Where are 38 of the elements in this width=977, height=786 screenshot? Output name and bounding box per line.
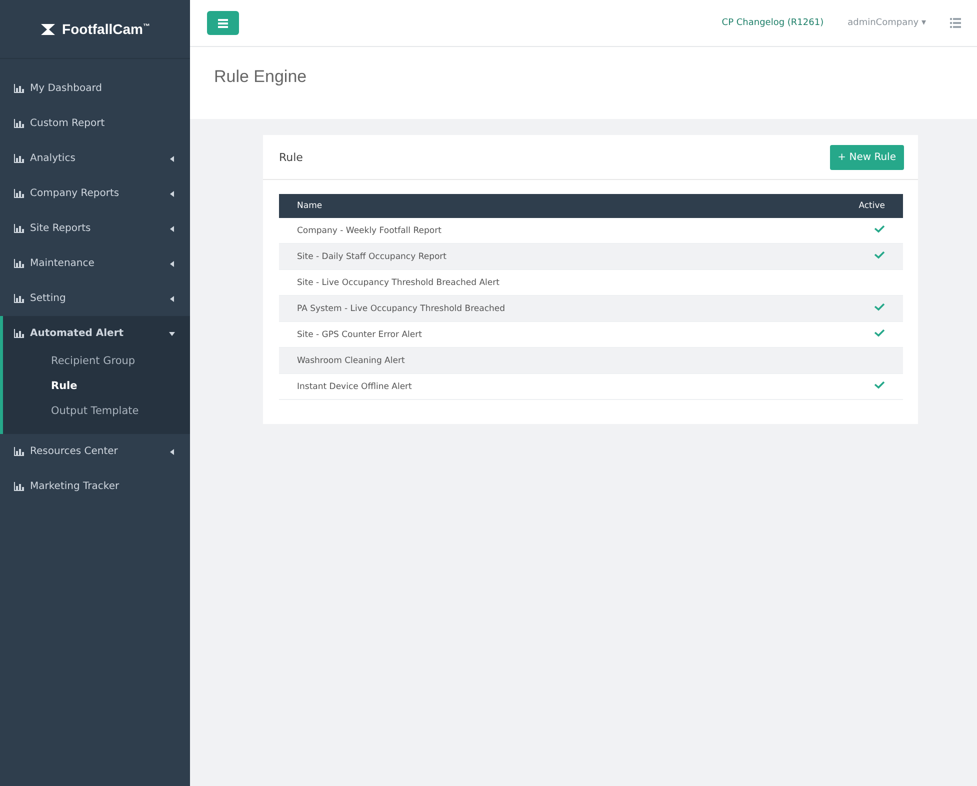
nav-item[interactable]: Analytics — [0, 141, 190, 176]
menu-icon — [218, 18, 228, 28]
bar-chart-icon — [14, 329, 24, 338]
bar-chart-icon — [14, 294, 24, 303]
changelog-link[interactable]: CP Changelog (R1261) — [722, 18, 824, 28]
table-cell: Washroom Cleaning Alert — [279, 348, 827, 374]
nav-item[interactable]: Resources Center — [0, 434, 190, 469]
table-cell: Site - Daily Staff Occupancy Report — [279, 244, 827, 270]
nav-item[interactable]: Site Reports — [0, 211, 190, 246]
nav-item[interactable]: Marketing Tracker — [0, 469, 190, 504]
nav-item[interactable]: Maintenance — [0, 246, 190, 281]
bar-chart-icon — [14, 482, 24, 491]
nav-item[interactable]: My Dashboard — [0, 71, 190, 106]
bar-chart-icon — [14, 447, 24, 456]
logo-icon — [40, 22, 56, 36]
trademark: ™ — [142, 23, 150, 30]
submenu-item[interactable]: Rule — [3, 376, 190, 401]
bar-chart-icon — [14, 119, 24, 128]
table-cell: Instant Device Offline Alert — [279, 374, 827, 400]
column-header: Active — [827, 194, 903, 218]
bar-chart-icon — [14, 189, 24, 198]
page-title: Rule Engine — [214, 67, 307, 87]
bar-chart-icon — [14, 259, 24, 268]
bar-chart-icon — [14, 84, 24, 93]
nav-item[interactable]: Setting — [0, 281, 190, 316]
menu-button[interactable] — [207, 11, 239, 35]
submenu-item[interactable]: Output Template — [3, 401, 190, 426]
table-cell: PA System - Live Occupancy Threshold Breached — [279, 296, 827, 322]
nav-item[interactable]: Automated Alert — [3, 316, 190, 351]
bar-chart-icon — [14, 154, 24, 163]
nav-item[interactable]: Company Reports — [0, 176, 190, 211]
card-title: Rule — [279, 150, 303, 164]
logo-text: FootfallCam$^{™}$ — [62, 21, 150, 37]
nav-item[interactable]: Custom Report — [0, 106, 190, 141]
column-header: Name — [279, 194, 827, 218]
bar-chart-icon — [14, 224, 24, 233]
list-icon[interactable] — [950, 18, 961, 28]
submenu-item[interactable]: Recipient Group — [3, 351, 190, 376]
